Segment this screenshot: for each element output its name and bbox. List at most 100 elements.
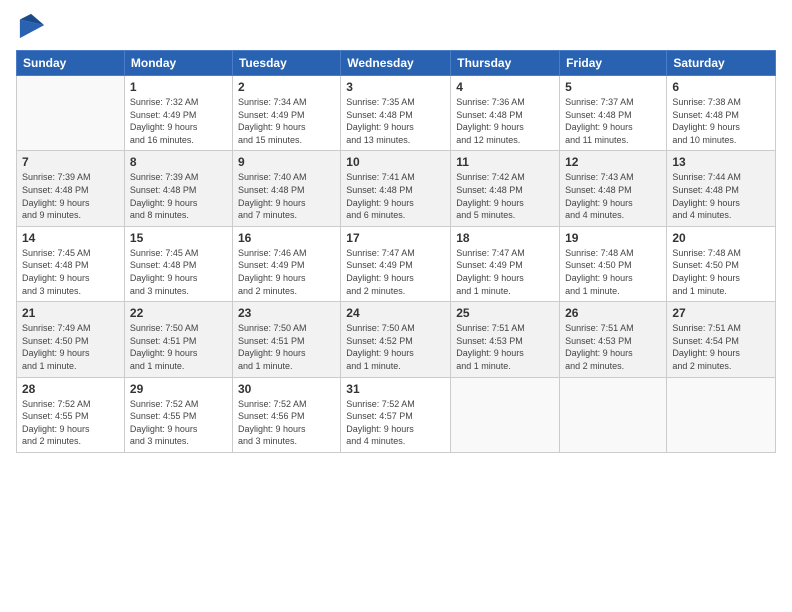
calendar-cell: 18Sunrise: 7:47 AM Sunset: 4:49 PM Dayli… [451, 226, 560, 301]
day-number: 31 [346, 382, 445, 396]
day-number: 8 [130, 155, 227, 169]
day-number: 2 [238, 80, 335, 94]
day-detail: Sunrise: 7:45 AM Sunset: 4:48 PM Dayligh… [130, 247, 227, 297]
day-number: 20 [672, 231, 770, 245]
day-detail: Sunrise: 7:41 AM Sunset: 4:48 PM Dayligh… [346, 171, 445, 221]
day-number: 10 [346, 155, 445, 169]
day-detail: Sunrise: 7:43 AM Sunset: 4:48 PM Dayligh… [565, 171, 661, 221]
calendar-cell: 6 Sunrise: 7:38 AM Sunset: 4:48 PM Daylig… [667, 76, 776, 151]
col-header-thursday: Thursday [451, 51, 560, 76]
calendar-week-row: 7Sunrise: 7:39 AM Sunset: 4:48 PM Daylig… [17, 151, 776, 226]
day-detail: Sunrise: 7:51 AM Sunset: 4:53 PM Dayligh… [456, 322, 554, 372]
day-number: 4 [456, 80, 554, 94]
calendar-cell [451, 377, 560, 452]
calendar-cell: 10 Sunrise: 7:41 AM Sunset: 4:48 PM Dayli… [341, 151, 451, 226]
day-detail: Sunrise: 7:40 AM Sunset: 4:48 PM Dayligh… [238, 171, 335, 221]
calendar-week-row: 14Sunrise: 7:45 AM Sunset: 4:48 PM Dayli… [17, 226, 776, 301]
col-header-tuesday: Tuesday [232, 51, 340, 76]
calendar-cell: 14Sunrise: 7:45 AM Sunset: 4:48 PM Dayli… [17, 226, 125, 301]
day-number: 16 [238, 231, 335, 245]
calendar-cell: 4 Sunrise: 7:36 AM Sunset: 4:48 PM Daylig… [451, 76, 560, 151]
day-detail: Sunrise: 7:34 AM Sunset: 4:49 PM Dayligh… [238, 96, 335, 146]
day-detail: Sunrise: 7:50 AM Sunset: 4:52 PM Dayligh… [346, 322, 445, 372]
day-number: 21 [22, 306, 119, 320]
calendar-cell: 3Sunrise: 7:35 AM Sunset: 4:48 PM Daylig… [341, 76, 451, 151]
day-detail: Sunrise: 7:52 AM Sunset: 4:57 PM Dayligh… [346, 398, 445, 448]
day-number: 9 [238, 155, 335, 169]
calendar-cell: 28 Sunrise: 7:52 AM Sunset: 4:55 PM Dayli… [17, 377, 125, 452]
day-number: 1 [130, 80, 227, 94]
day-detail: Sunrise: 7:52 AM Sunset: 4:55 PM Dayligh… [130, 398, 227, 448]
day-detail: Sunrise: 7:46 AM Sunset: 4:49 PM Dayligh… [238, 247, 335, 297]
col-header-sunday: Sunday [17, 51, 125, 76]
day-detail: Sunrise: 7:37 AM Sunset: 4:48 PM Dayligh… [565, 96, 661, 146]
calendar-cell: 22 Sunrise: 7:50 AM Sunset: 4:51 PM Dayli… [124, 302, 232, 377]
calendar-cell: 7Sunrise: 7:39 AM Sunset: 4:48 PM Daylig… [17, 151, 125, 226]
day-number: 30 [238, 382, 335, 396]
day-detail: Sunrise: 7:50 AM Sunset: 4:51 PM Dayligh… [238, 322, 335, 372]
calendar-cell: 21 Sunrise: 7:49 AM Sunset: 4:50 PM Dayli… [17, 302, 125, 377]
col-header-friday: Friday [560, 51, 667, 76]
calendar-cell: 13Sunrise: 7:44 AM Sunset: 4:48 PM Dayli… [667, 151, 776, 226]
day-detail: Sunrise: 7:51 AM Sunset: 4:53 PM Dayligh… [565, 322, 661, 372]
day-number: 22 [130, 306, 227, 320]
day-detail: Sunrise: 7:38 AM Sunset: 4:48 PM Dayligh… [672, 96, 770, 146]
day-number: 13 [672, 155, 770, 169]
day-detail: Sunrise: 7:39 AM Sunset: 4:48 PM Dayligh… [130, 171, 227, 221]
calendar-cell: 23Sunrise: 7:50 AM Sunset: 4:51 PM Dayli… [232, 302, 340, 377]
calendar-cell: 27 Sunrise: 7:51 AM Sunset: 4:54 PM Dayli… [667, 302, 776, 377]
calendar-cell: 24 Sunrise: 7:50 AM Sunset: 4:52 PM Dayli… [341, 302, 451, 377]
calendar-cell: 15 Sunrise: 7:45 AM Sunset: 4:48 PM Dayli… [124, 226, 232, 301]
day-detail: Sunrise: 7:48 AM Sunset: 4:50 PM Dayligh… [565, 247, 661, 297]
day-number: 27 [672, 306, 770, 320]
calendar-cell: 17 Sunrise: 7:47 AM Sunset: 4:49 PM Dayli… [341, 226, 451, 301]
day-detail: Sunrise: 7:39 AM Sunset: 4:48 PM Dayligh… [22, 171, 119, 221]
calendar-cell [560, 377, 667, 452]
calendar-cell: 2 Sunrise: 7:34 AM Sunset: 4:49 PM Daylig… [232, 76, 340, 151]
calendar-cell: 1 Sunrise: 7:32 AM Sunset: 4:49 PM Daylig… [124, 76, 232, 151]
day-number: 17 [346, 231, 445, 245]
day-detail: Sunrise: 7:32 AM Sunset: 4:49 PM Dayligh… [130, 96, 227, 146]
day-detail: Sunrise: 7:47 AM Sunset: 4:49 PM Dayligh… [456, 247, 554, 297]
calendar-week-row: 1 Sunrise: 7:32 AM Sunset: 4:49 PM Daylig… [17, 76, 776, 151]
calendar-table: SundayMondayTuesdayWednesdayThursdayFrid… [16, 50, 776, 453]
calendar-cell: 19 Sunrise: 7:48 AM Sunset: 4:50 PM Dayli… [560, 226, 667, 301]
day-number: 15 [130, 231, 227, 245]
calendar-cell: 25 Sunrise: 7:51 AM Sunset: 4:53 PM Dayli… [451, 302, 560, 377]
calendar-cell: 11 Sunrise: 7:42 AM Sunset: 4:48 PM Dayli… [451, 151, 560, 226]
col-header-monday: Monday [124, 51, 232, 76]
day-detail: Sunrise: 7:51 AM Sunset: 4:54 PM Dayligh… [672, 322, 770, 372]
calendar-cell: 12Sunrise: 7:43 AM Sunset: 4:48 PM Dayli… [560, 151, 667, 226]
calendar-cell: 26 Sunrise: 7:51 AM Sunset: 4:53 PM Dayli… [560, 302, 667, 377]
calendar-cell: 8 Sunrise: 7:39 AM Sunset: 4:48 PM Daylig… [124, 151, 232, 226]
day-detail: Sunrise: 7:52 AM Sunset: 4:56 PM Dayligh… [238, 398, 335, 448]
calendar-week-row: 28 Sunrise: 7:52 AM Sunset: 4:55 PM Dayli… [17, 377, 776, 452]
calendar-cell: 5 Sunrise: 7:37 AM Sunset: 4:48 PM Daylig… [560, 76, 667, 151]
day-number: 11 [456, 155, 554, 169]
day-detail: Sunrise: 7:50 AM Sunset: 4:51 PM Dayligh… [130, 322, 227, 372]
day-number: 28 [22, 382, 119, 396]
day-number: 3 [346, 80, 445, 94]
day-number: 25 [456, 306, 554, 320]
day-detail: Sunrise: 7:47 AM Sunset: 4:49 PM Dayligh… [346, 247, 445, 297]
calendar-cell: 31 Sunrise: 7:52 AM Sunset: 4:57 PM Dayli… [341, 377, 451, 452]
calendar-cell: 29 Sunrise: 7:52 AM Sunset: 4:55 PM Dayli… [124, 377, 232, 452]
calendar-cell [667, 377, 776, 452]
day-detail: Sunrise: 7:36 AM Sunset: 4:48 PM Dayligh… [456, 96, 554, 146]
calendar-week-row: 21 Sunrise: 7:49 AM Sunset: 4:50 PM Dayli… [17, 302, 776, 377]
calendar-cell: 20 Sunrise: 7:48 AM Sunset: 4:50 PM Dayli… [667, 226, 776, 301]
day-number: 19 [565, 231, 661, 245]
day-number: 5 [565, 80, 661, 94]
header [16, 12, 776, 40]
day-number: 29 [130, 382, 227, 396]
calendar-cell: 30 Sunrise: 7:52 AM Sunset: 4:56 PM Dayli… [232, 377, 340, 452]
day-detail: Sunrise: 7:45 AM Sunset: 4:48 PM Dayligh… [22, 247, 119, 297]
day-detail: Sunrise: 7:42 AM Sunset: 4:48 PM Dayligh… [456, 171, 554, 221]
day-number: 26 [565, 306, 661, 320]
day-number: 6 [672, 80, 770, 94]
day-detail: Sunrise: 7:52 AM Sunset: 4:55 PM Dayligh… [22, 398, 119, 448]
day-detail: Sunrise: 7:49 AM Sunset: 4:50 PM Dayligh… [22, 322, 119, 372]
day-detail: Sunrise: 7:48 AM Sunset: 4:50 PM Dayligh… [672, 247, 770, 297]
day-number: 24 [346, 306, 445, 320]
col-header-wednesday: Wednesday [341, 51, 451, 76]
